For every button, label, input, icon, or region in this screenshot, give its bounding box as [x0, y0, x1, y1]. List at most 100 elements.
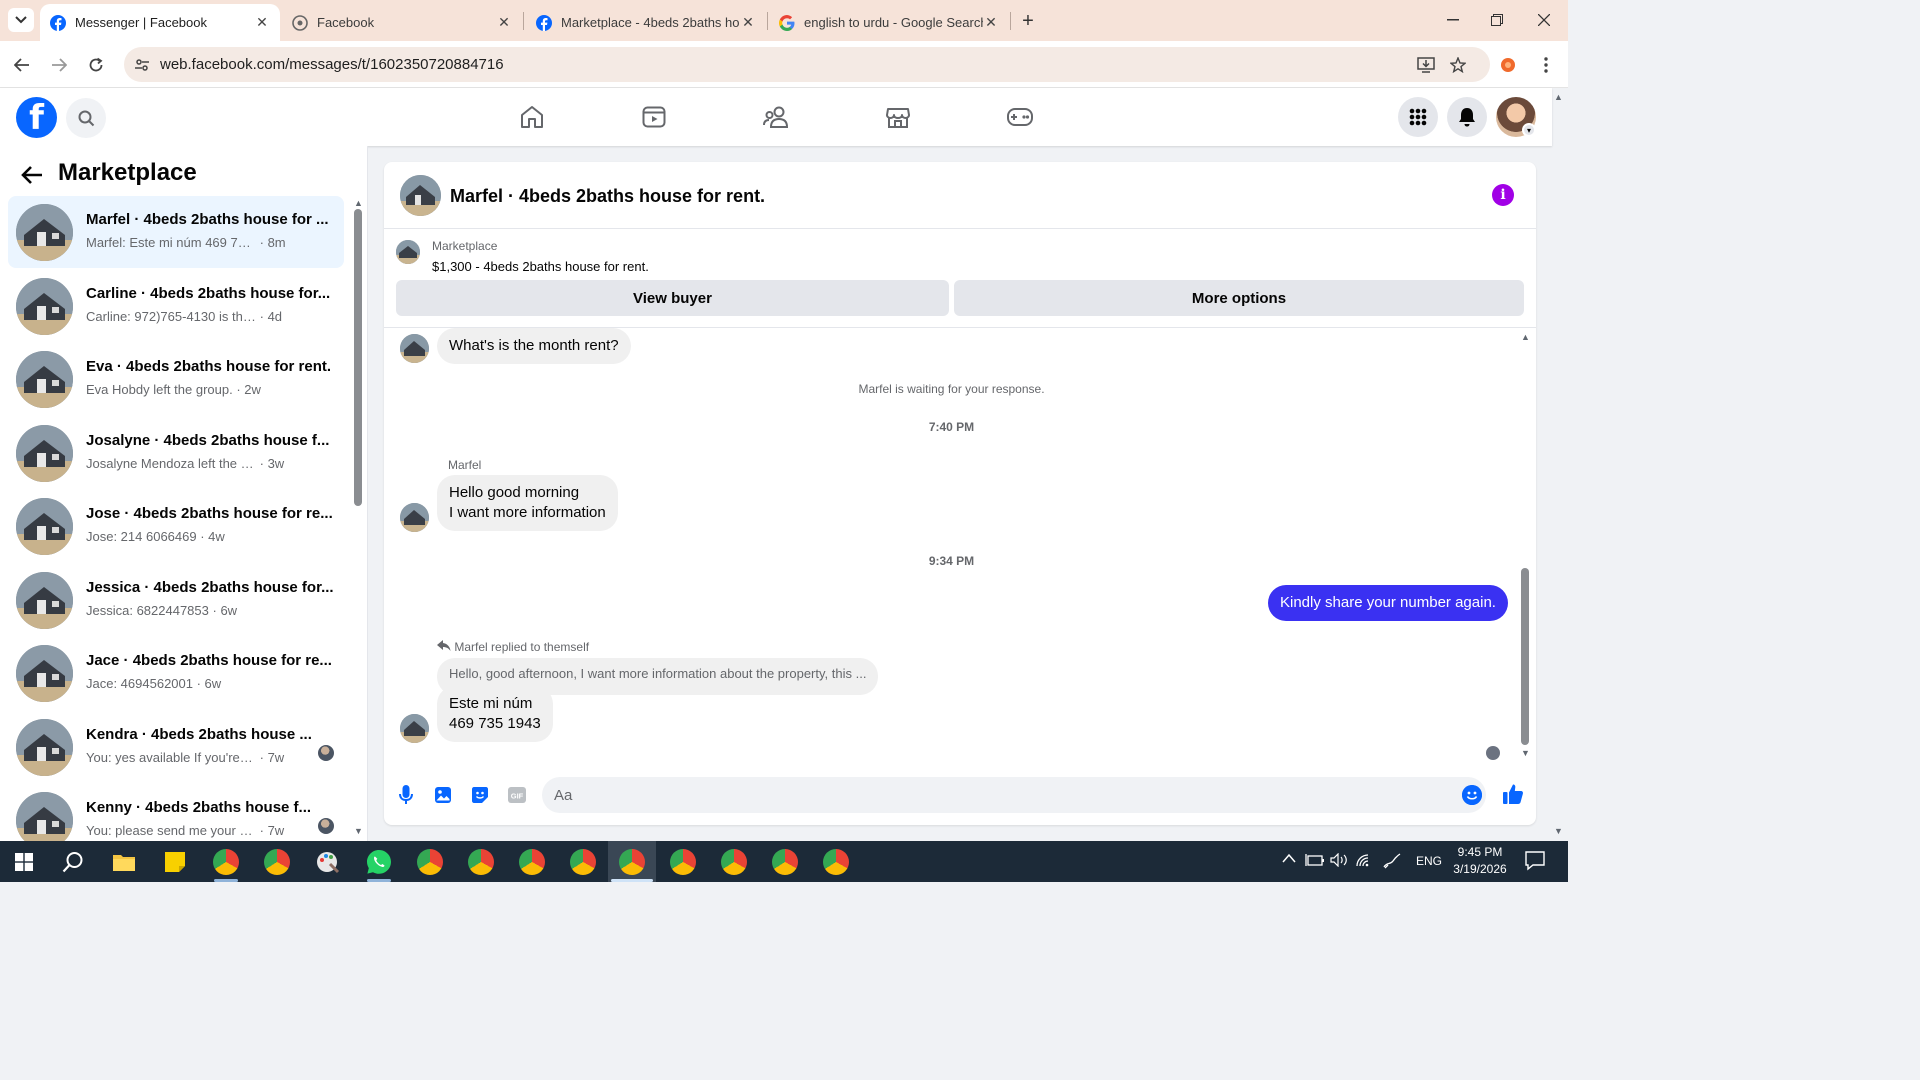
conversation-preview: Carline: 972)765-4130 is this house ... …: [86, 309, 336, 324]
facebook-search-button[interactable]: [66, 98, 106, 138]
nav-marketplace[interactable]: [878, 100, 918, 134]
scroll-up-arrow[interactable]: ▲: [354, 198, 363, 208]
notifications-button[interactable]: [1447, 97, 1487, 137]
close-tab-icon[interactable]: ✕: [983, 14, 999, 31]
conversation-preview: Marfel: Este mi núm 469 735 1943 · 8m: [86, 235, 336, 250]
scroll-down-arrow[interactable]: ▼: [1521, 748, 1530, 758]
battery-icon[interactable]: [1305, 853, 1325, 870]
chat-scrollbar[interactable]: [1521, 568, 1529, 745]
tab-facebook[interactable]: Facebook ✕: [282, 4, 522, 41]
page-scroll-up-arrow[interactable]: ▲: [1554, 92, 1563, 102]
scroll-up-arrow[interactable]: ▲: [1521, 332, 1530, 342]
more-options-button[interactable]: More options: [954, 280, 1524, 316]
nav-gaming[interactable]: [1000, 100, 1040, 134]
close-tab-icon[interactable]: ✕: [496, 14, 512, 31]
outgoing-message-bubble[interactable]: Kindly share your number again.: [1268, 585, 1508, 621]
volume-icon[interactable]: [1330, 852, 1350, 870]
address-bar[interactable]: web.facebook.com/messages/t/160235072088…: [124, 47, 1490, 82]
account-chevron-icon[interactable]: ▾: [1522, 123, 1536, 137]
chat-title[interactable]: Marfel · 4beds 2baths house for rent.: [450, 186, 765, 207]
conversation-item[interactable]: Carline · 4beds 2baths house for... Carli…: [8, 270, 344, 342]
reload-button[interactable]: [83, 52, 109, 78]
page-scroll-down-arrow[interactable]: ▼: [1554, 826, 1563, 836]
scroll-down-arrow[interactable]: ▼: [354, 826, 363, 836]
install-app-icon[interactable]: [1414, 53, 1438, 77]
start-button[interactable]: [9, 847, 39, 877]
tab-marketplace[interactable]: Marketplace - 4beds 2baths ho ✕: [526, 4, 766, 41]
show-hidden-icons-button[interactable]: [1282, 852, 1296, 866]
forward-button[interactable]: [46, 52, 72, 78]
chrome-profile-icon[interactable]: [415, 847, 445, 877]
taskbar-search-button[interactable]: [58, 847, 88, 877]
chrome-profile-icon[interactable]: [211, 847, 241, 877]
send-like-button[interactable]: [1501, 782, 1525, 806]
conversation-item[interactable]: Kendra · 4beds 2baths house ... You: yes …: [8, 711, 344, 783]
tab-google-search[interactable]: english to urdu - Google Search ✕: [769, 4, 1009, 41]
chrome-profile-icon[interactable]: [821, 847, 851, 877]
conversation-item[interactable]: Jessica · 4beds 2baths house for... Jessi…: [8, 564, 344, 636]
listing-thumbnail[interactable]: [396, 240, 420, 264]
wifi-icon[interactable]: [1355, 853, 1375, 870]
separator-dot: ·: [192, 676, 205, 691]
conversation-item[interactable]: Kenny · 4beds 2baths house f... You: plea…: [8, 784, 344, 841]
view-buyer-button[interactable]: View buyer: [396, 280, 949, 316]
sender-avatar[interactable]: [400, 714, 429, 743]
bookmark-star-icon[interactable]: [1446, 53, 1470, 77]
conversation-name: Marfel · 4beds 2baths house for ...: [86, 211, 329, 228]
clock[interactable]: 9:45 PM 3/19/2026: [1446, 844, 1514, 878]
back-button[interactable]: [9, 52, 35, 78]
sticky-notes-icon[interactable]: [160, 847, 190, 877]
gif-button[interactable]: GIF: [506, 784, 528, 806]
menu-grid-button[interactable]: [1398, 97, 1438, 137]
conversation-item[interactable]: Marfel · 4beds 2baths house for ... Marfe…: [8, 196, 344, 268]
extension-button[interactable]: [1495, 52, 1521, 78]
message-bubble[interactable]: What's is the month rent?: [437, 328, 631, 364]
voice-clip-button[interactable]: [395, 784, 417, 806]
message-input[interactable]: [554, 777, 1434, 813]
close-tab-icon[interactable]: ✕: [254, 14, 270, 31]
restore-window-button[interactable]: [1482, 8, 1512, 32]
tab-search-button[interactable]: [8, 8, 34, 32]
info-icon[interactable]: i: [1492, 184, 1514, 206]
chrome-profile-icon[interactable]: [262, 847, 292, 877]
tab-messenger[interactable]: Messenger | Facebook ✕: [40, 4, 280, 41]
chrome-profile-icon[interactable]: [517, 847, 547, 877]
sticker-button[interactable]: [469, 784, 491, 806]
conversation-item[interactable]: Josalyne · 4beds 2baths house f... Josaly…: [8, 417, 344, 489]
nav-home[interactable]: [512, 100, 552, 134]
whatsapp-icon[interactable]: [364, 847, 394, 877]
message-bubble[interactable]: Hello good morning I want more informati…: [437, 475, 618, 531]
close-window-button[interactable]: [1529, 8, 1559, 32]
nav-friends[interactable]: [756, 100, 796, 134]
emoji-button[interactable]: [1462, 785, 1482, 805]
chrome-profile-icon-active[interactable]: [617, 847, 647, 877]
chrome-profile-icon[interactable]: [668, 847, 698, 877]
chrome-profile-icon[interactable]: [770, 847, 800, 877]
chrome-profile-icon[interactable]: [719, 847, 749, 877]
notification-center-button[interactable]: [1525, 851, 1545, 874]
chrome-profile-icon[interactable]: [568, 847, 598, 877]
sender-avatar[interactable]: [400, 503, 429, 532]
conversation-item[interactable]: Eva · 4beds 2baths house for rent. Eva Ho…: [8, 343, 344, 415]
sidebar-scrollbar[interactable]: [354, 209, 362, 506]
conversation-item[interactable]: Jace · 4beds 2baths house for re... Jace:…: [8, 637, 344, 709]
language-indicator[interactable]: ENG: [1416, 854, 1442, 868]
listing-price[interactable]: $1,300 - 4beds 2baths house for rent.: [432, 259, 649, 274]
conversation-item[interactable]: Jose · 4beds 2baths house for re... Jose:…: [8, 490, 344, 562]
chrome-profile-icon[interactable]: [466, 847, 496, 877]
new-tab-button[interactable]: +: [1016, 9, 1040, 33]
sender-avatar[interactable]: [400, 334, 429, 363]
file-explorer-icon[interactable]: [109, 847, 139, 877]
paint-app-icon[interactable]: [313, 847, 343, 877]
close-tab-icon[interactable]: ✕: [740, 14, 756, 31]
browser-menu-button[interactable]: [1533, 52, 1559, 78]
site-info-icon[interactable]: [130, 53, 154, 77]
attach-photo-button[interactable]: [432, 784, 454, 806]
facebook-logo-icon[interactable]: f: [16, 97, 57, 138]
back-arrow-button[interactable]: [19, 162, 45, 188]
pen-icon[interactable]: [1382, 853, 1402, 872]
chat-avatar[interactable]: [400, 175, 441, 216]
nav-video[interactable]: [634, 100, 674, 134]
message-bubble[interactable]: Este mi núm 469 735 1943: [437, 686, 553, 742]
minimize-window-button[interactable]: [1438, 8, 1468, 32]
